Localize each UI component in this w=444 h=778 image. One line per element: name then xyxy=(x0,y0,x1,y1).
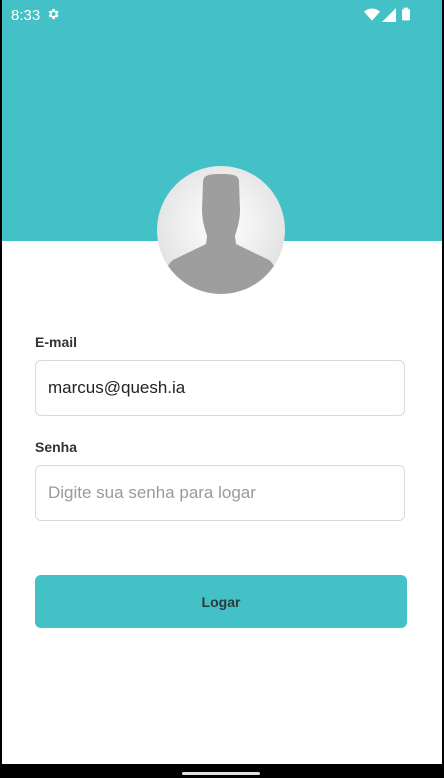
avatar xyxy=(157,166,285,294)
password-label: Senha xyxy=(35,439,78,455)
status-time: 8:33 xyxy=(11,7,41,24)
app-screen: 8:33 E-mail Senha Logar xyxy=(2,0,442,764)
default-user-avatar-icon xyxy=(163,174,279,294)
login-button[interactable]: Logar xyxy=(35,575,407,628)
email-label: E-mail xyxy=(35,334,78,350)
gear-icon xyxy=(48,8,59,20)
wifi-icon xyxy=(364,8,380,21)
email-field[interactable] xyxy=(35,360,405,416)
battery-icon xyxy=(402,7,410,21)
signal-icon xyxy=(382,8,396,22)
navigation-bar xyxy=(0,764,444,778)
password-field[interactable] xyxy=(35,465,405,521)
home-gesture-handle[interactable] xyxy=(182,772,260,775)
status-bar: 8:33 xyxy=(2,0,442,30)
